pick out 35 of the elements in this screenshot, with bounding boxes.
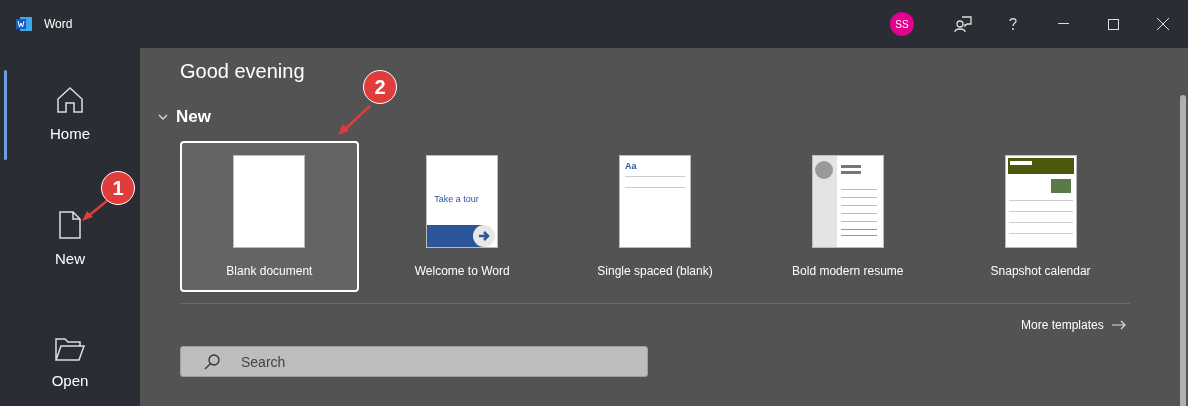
template-label: Welcome to Word: [414, 264, 510, 278]
template-card[interactable]: Take a tour Welcome to Word: [372, 141, 552, 292]
template-label: Blank document: [226, 264, 313, 278]
minimize-icon: [1057, 23, 1069, 25]
arrow-banner-drawing: [427, 224, 498, 247]
sidebar-item[interactable]: Open: [0, 319, 140, 406]
folder-icon: [54, 336, 86, 363]
sidebar-item[interactable]: Home: [0, 70, 140, 157]
template-label: Bold modern resume: [792, 264, 904, 278]
person-comment-icon: [954, 15, 972, 33]
template-card[interactable]: Aa Single spaced (blank): [565, 141, 745, 292]
annotation-arrow: [82, 198, 110, 222]
arrow-right-icon: [1111, 320, 1126, 330]
greeting-heading: Good evening: [180, 60, 306, 83]
account-avatar[interactable]: SS: [890, 12, 914, 36]
scrollbar[interactable]: [1180, 95, 1186, 406]
more-templates-link[interactable]: More templates: [1021, 318, 1126, 332]
thumbnail-text: Take a tour: [434, 194, 479, 204]
thumbnail-text: Aa: [625, 161, 637, 171]
template-card[interactable]: Snapshot calendar: [951, 141, 1130, 292]
search-icon: [204, 354, 220, 370]
help-icon: [1008, 17, 1018, 31]
home-icon: [55, 84, 85, 115]
template-label: Snapshot calendar: [990, 264, 1091, 278]
document-icon: [58, 209, 82, 240]
window-title: Word: [44, 17, 73, 31]
search-field[interactable]: Search: [180, 346, 648, 377]
section-heading: New: [176, 107, 211, 127]
template-card[interactable]: Bold modern resume: [758, 141, 938, 292]
maximize-icon: [1107, 18, 1119, 30]
close-icon: [1157, 18, 1169, 30]
chevron-icon[interactable]: [158, 114, 168, 120]
template-label: Single spaced (blank): [597, 264, 713, 278]
word-logo-icon: [16, 17, 32, 31]
template-card[interactable]: Blank document: [180, 141, 359, 292]
